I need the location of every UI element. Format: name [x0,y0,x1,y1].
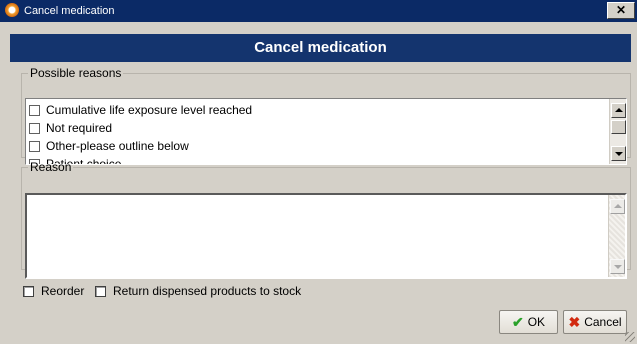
list-item[interactable]: Cumulative life exposure level reached [29,101,606,119]
return-to-stock-checkbox[interactable]: Return dispensed products to stock [95,283,301,299]
list-item-label: Other-please outline below [46,139,189,153]
list-item[interactable]: Other-please outline below [29,137,606,155]
list-item-checkbox[interactable] [29,104,40,116]
return-to-stock-label: Return dispensed products to stock [113,284,302,298]
scroll-up-icon [610,199,625,214]
ok-button[interactable]: ✔ OK [499,310,558,334]
scroll-thumb[interactable] [611,120,626,134]
scroll-down-icon [610,259,625,274]
close-button[interactable]: ✕ [607,2,635,19]
possible-reasons-group: Possible reasons Cumulative life exposur… [21,66,631,165]
close-icon: ✕ [615,3,627,17]
x-icon: ✖ [568,314,581,330]
reorder-label: Reorder [41,284,85,298]
list-item[interactable]: Not required [29,119,606,137]
scroll-up-icon[interactable] [611,103,626,118]
reason-legend: Reason [30,160,72,174]
reorder-checkbox[interactable]: Reorder [23,283,84,299]
reason-textarea-frame [25,193,627,279]
app-icon [5,3,19,17]
checkmark-icon: ✔ [511,314,524,330]
cancel-button[interactable]: ✖ Cancel [563,310,627,334]
list-item-checkbox[interactable] [29,122,40,134]
scroll-down-icon[interactable] [611,146,626,161]
dialog-header: Cancel medication [10,34,631,62]
resize-grip[interactable] [625,332,635,342]
reason-textarea[interactable] [27,195,607,277]
return-to-stock-checkbox-box[interactable] [95,285,106,297]
list-item-checkbox[interactable] [29,140,40,152]
reason-scrollbar [608,195,625,277]
cancel-button-label: Cancel [584,315,622,329]
reason-group: Reason [21,160,631,279]
possible-reasons-list[interactable]: Cumulative life exposure level reached N… [25,98,627,165]
list-item-label: Cumulative life exposure level reached [46,103,253,117]
reorder-checkbox-box[interactable] [23,285,34,297]
title-bar: Cancel medication ✕ [0,0,637,22]
reasons-scrollbar[interactable] [609,99,626,164]
list-item-label: Not required [46,121,113,135]
window-title: Cancel medication [24,5,115,17]
possible-reasons-legend: Possible reasons [30,66,122,80]
ok-button-label: OK [527,315,546,329]
